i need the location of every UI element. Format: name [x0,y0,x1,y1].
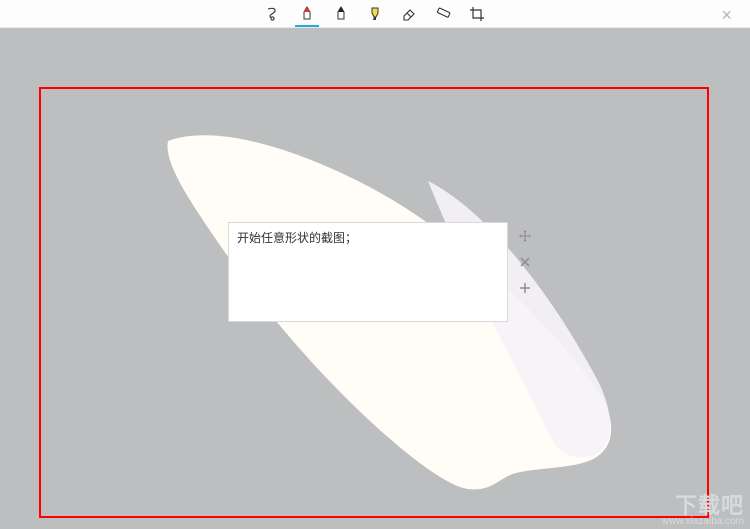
watermark: 下载吧 www.xiazaiba.com [662,495,744,527]
plus-icon [520,283,530,293]
pen-red-button[interactable] [297,1,317,27]
ruler-icon [435,6,451,22]
freeform-snip-button[interactable] [263,1,283,27]
move-icon [519,230,531,242]
annotation-box[interactable]: 开始任意形状的截图； [228,222,508,322]
highlighter-button[interactable] [365,1,385,27]
close-icon [520,257,530,267]
pen-black-button[interactable] [331,1,351,27]
toolbar: × [0,0,750,28]
eraser-button[interactable] [399,1,419,27]
close-button[interactable]: × [721,6,732,24]
add-handle[interactable] [518,281,532,295]
annotation-text: 开始任意形状的截图； [229,223,507,252]
watermark-text: 下载吧 [662,495,744,517]
pen-black-icon [334,6,348,22]
canvas-area[interactable]: 开始任意形状的截图； [0,28,750,529]
move-handle[interactable] [518,229,532,243]
crop-button[interactable] [467,1,487,27]
pen-red-icon [300,6,314,22]
highlighter-icon [368,6,382,22]
delete-handle[interactable] [518,255,532,269]
watermark-url: www.xiazaiba.com [662,517,744,527]
toolbar-tools [263,0,487,27]
crop-icon [469,6,485,22]
eraser-icon [401,6,417,22]
annotation-handles [518,229,532,295]
freeform-snip-icon [265,6,281,22]
ruler-button[interactable] [433,1,453,27]
